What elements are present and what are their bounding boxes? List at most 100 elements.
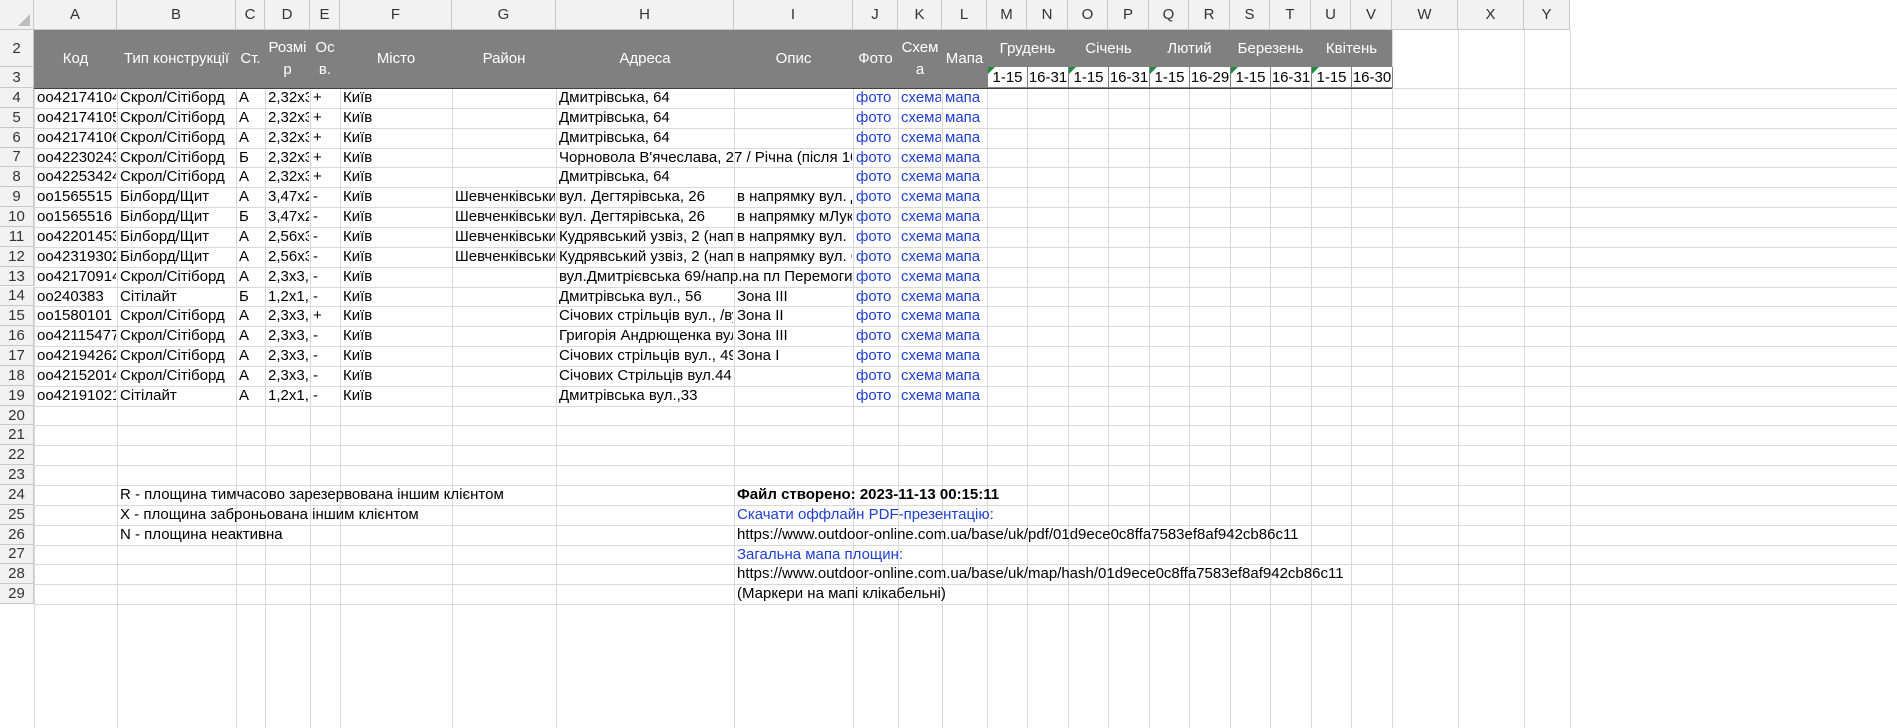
column-header[interactable]: U — [1311, 0, 1351, 30]
cell-map[interactable]: мапа — [945, 147, 986, 167]
row-header[interactable]: 11 — [0, 226, 34, 247]
row-header[interactable]: 13 — [0, 266, 34, 287]
pdf-download-url[interactable]: https://www.outdoor-online.com.ua/base/u… — [737, 524, 1557, 544]
row-header[interactable]: 10 — [0, 207, 34, 227]
column-header[interactable]: B — [117, 0, 236, 30]
cell-map[interactable]: мапа — [945, 325, 986, 345]
column-header[interactable]: R — [1189, 0, 1230, 30]
cell-photo[interactable]: фото — [856, 147, 897, 167]
cell-scheme[interactable]: схема — [901, 365, 941, 385]
row-header[interactable]: 4 — [0, 88, 34, 108]
row-header[interactable]: 5 — [0, 107, 34, 128]
cell-map[interactable]: мапа — [945, 246, 986, 266]
row-header[interactable]: 22 — [0, 445, 34, 466]
row-header[interactable]: 18 — [0, 365, 34, 386]
cell-map[interactable]: мапа — [945, 226, 986, 246]
cell-map[interactable]: мапа — [945, 107, 986, 127]
cell-scheme[interactable]: схема — [901, 206, 941, 226]
cell-photo[interactable]: фото — [856, 286, 897, 306]
column-header[interactable]: G — [452, 0, 556, 30]
cell-scheme[interactable]: схема — [901, 166, 941, 186]
period-cell[interactable]: 16-31 — [1027, 67, 1069, 88]
cell-map[interactable]: мапа — [945, 186, 986, 206]
cell-map[interactable]: мапа — [945, 266, 986, 286]
select-all-corner[interactable] — [0, 0, 34, 30]
cell-photo[interactable]: фото — [856, 127, 897, 147]
column-header[interactable]: S — [1230, 0, 1270, 30]
row-header[interactable]: 16 — [0, 326, 34, 347]
cell-photo[interactable]: фото — [856, 365, 897, 385]
column-header[interactable]: Q — [1149, 0, 1189, 30]
cell-photo[interactable]: фото — [856, 226, 897, 246]
column-header[interactable]: D — [265, 0, 310, 30]
column-header[interactable]: V — [1351, 0, 1392, 30]
row-header[interactable]: 3 — [0, 67, 34, 88]
column-header[interactable]: L — [942, 0, 987, 30]
cell-photo[interactable]: фото — [856, 186, 897, 206]
cell-scheme[interactable]: схема — [901, 305, 941, 325]
cell-map[interactable]: мапа — [945, 385, 986, 405]
row-header[interactable]: 27 — [0, 544, 34, 565]
column-header[interactable]: C — [236, 0, 265, 30]
row-header[interactable]: 7 — [0, 147, 34, 168]
cell-photo[interactable]: фото — [856, 166, 897, 186]
column-header[interactable]: T — [1270, 0, 1311, 30]
column-header[interactable]: F — [340, 0, 452, 30]
row-header[interactable]: 25 — [0, 504, 34, 525]
row-header[interactable]: 8 — [0, 167, 34, 188]
row-header[interactable]: 19 — [0, 385, 34, 406]
row-header[interactable]: 6 — [0, 127, 34, 148]
column-header[interactable]: W — [1392, 0, 1458, 30]
cell-map[interactable]: мапа — [945, 127, 986, 147]
cell-photo[interactable]: фото — [856, 87, 897, 107]
cell-scheme[interactable]: схема — [901, 266, 941, 286]
cell-photo[interactable]: фото — [856, 345, 897, 365]
cell-scheme[interactable]: схема — [901, 325, 941, 345]
column-header[interactable]: X — [1458, 0, 1524, 30]
row-header[interactable]: 24 — [0, 485, 34, 505]
row-header[interactable]: 12 — [0, 246, 34, 267]
row-header[interactable]: 21 — [0, 425, 34, 446]
cell-map[interactable]: мапа — [945, 87, 986, 107]
cell-map[interactable]: мапа — [945, 305, 986, 325]
row-header[interactable]: 28 — [0, 564, 34, 585]
column-header[interactable]: Y — [1524, 0, 1570, 30]
row-header[interactable]: 20 — [0, 405, 34, 426]
cell-photo[interactable]: фото — [856, 246, 897, 266]
cell-scheme[interactable]: схема — [901, 127, 941, 147]
cell-photo[interactable]: фото — [856, 107, 897, 127]
cell-photo[interactable]: фото — [856, 266, 897, 286]
column-header[interactable]: M — [987, 0, 1027, 30]
row-header[interactable]: 26 — [0, 524, 34, 545]
period-cell[interactable]: 16-31 — [1270, 67, 1312, 88]
cell-map[interactable]: мапа — [945, 365, 986, 385]
column-header[interactable]: H — [556, 0, 734, 30]
row-header[interactable]: 23 — [0, 465, 34, 485]
cell-map[interactable]: мапа — [945, 206, 986, 226]
cell-scheme[interactable]: схема — [901, 186, 941, 206]
row-header[interactable]: 17 — [0, 346, 34, 366]
cell-scheme[interactable]: схема — [901, 345, 941, 365]
cell-map[interactable]: мапа — [945, 286, 986, 306]
column-header[interactable]: J — [853, 0, 898, 30]
cell-photo[interactable]: фото — [856, 206, 897, 226]
period-cell[interactable]: 16-30 — [1351, 67, 1393, 88]
column-header[interactable]: O — [1068, 0, 1108, 30]
period-cell[interactable]: 16-29 — [1189, 67, 1231, 88]
cell-scheme[interactable]: схема — [901, 286, 941, 306]
cell-scheme[interactable]: схема — [901, 246, 941, 266]
row-header[interactable]: 14 — [0, 286, 34, 307]
cell-map[interactable]: мапа — [945, 166, 986, 186]
column-header[interactable]: K — [898, 0, 942, 30]
cell-photo[interactable]: фото — [856, 385, 897, 405]
cell-scheme[interactable]: схема — [901, 87, 941, 107]
cell-scheme[interactable]: схема — [901, 385, 941, 405]
column-header[interactable]: I — [734, 0, 853, 30]
cell-scheme[interactable]: схема — [901, 107, 941, 127]
spreadsheet[interactable]: A B C D E F G H I J K L M N O P Q R S T U V W X Y Код Тип конструк… — [0, 0, 1897, 728]
cell-photo[interactable]: фото — [856, 325, 897, 345]
column-header[interactable]: A — [34, 0, 117, 30]
row-header[interactable]: 15 — [0, 306, 34, 327]
cell-scheme[interactable]: схема — [901, 147, 941, 167]
row-header[interactable]: 9 — [0, 187, 34, 208]
